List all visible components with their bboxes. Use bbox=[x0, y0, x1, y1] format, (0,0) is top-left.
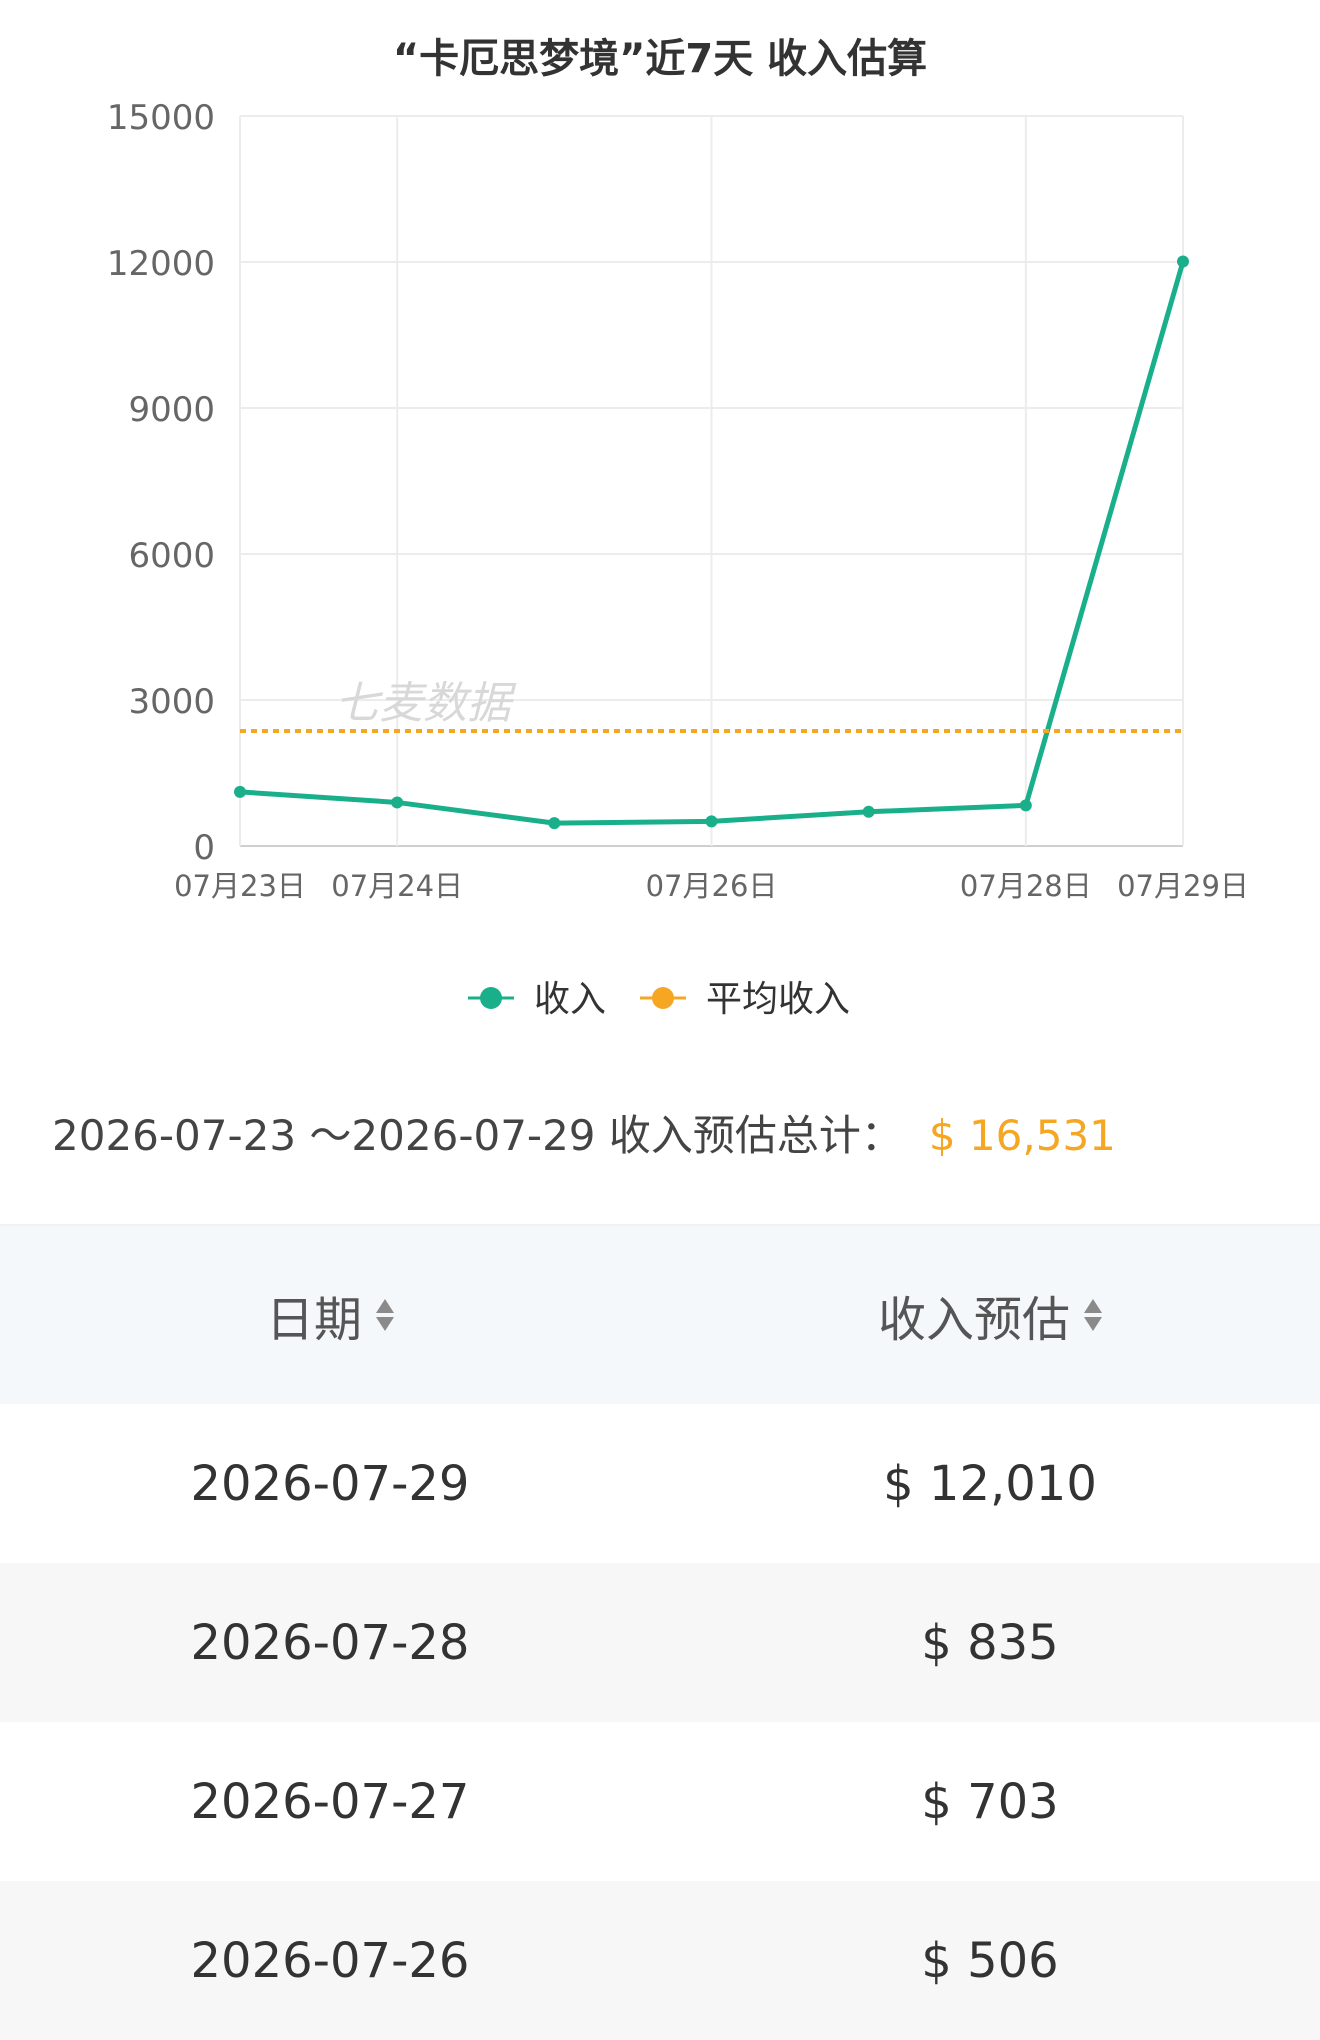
column-header-revenue[interactable]: 收入预估 bbox=[660, 1280, 1320, 1350]
revenue-summary: 2026-07-23 ～2026-07-29 收入预估总计： $ 16,531 bbox=[52, 1102, 1116, 1163]
table-row: 2026-07-28 $ 835 bbox=[0, 1563, 1320, 1722]
x-tick-label: 07月29日 bbox=[1117, 869, 1249, 903]
legend-label: 平均收入 bbox=[706, 979, 850, 1020]
table-header: 日期 收入预估 bbox=[0, 1224, 1320, 1404]
x-tick-label: 07月24日 bbox=[331, 869, 463, 903]
column-header-revenue-label: 收入预估 bbox=[877, 1292, 1070, 1348]
table-body: 2026-07-29 $ 12,010 2026-07-28 $ 835 202… bbox=[0, 1404, 1320, 2040]
cell-date: 2026-07-27 bbox=[190, 1773, 470, 1830]
table-row: 2026-07-29 $ 12,010 bbox=[0, 1404, 1320, 1563]
data-point bbox=[1177, 255, 1189, 268]
chart-legend[interactable]: 收入 平均收入 bbox=[468, 979, 850, 1020]
y-tick-label: 9000 bbox=[128, 390, 215, 430]
cell-revenue: $ 506 bbox=[921, 1932, 1059, 1989]
chart-grid bbox=[239, 115, 1184, 847]
legend-swatch-dot bbox=[480, 987, 502, 1009]
table-row: 2026-07-27 $ 703 bbox=[0, 1722, 1320, 1881]
cell-date: 2026-07-26 bbox=[190, 1932, 470, 1989]
data-point bbox=[862, 805, 875, 818]
cell-date: 2026-07-28 bbox=[190, 1614, 470, 1671]
data-point bbox=[548, 817, 561, 830]
x-axis-ticks: 07月23日 07月24日 07月26日 07月28日 07月29日 bbox=[174, 869, 1249, 903]
y-tick-label: 15000 bbox=[107, 98, 215, 138]
cell-revenue: $ 835 bbox=[921, 1614, 1059, 1671]
y-tick-label: 12000 bbox=[107, 244, 215, 284]
sort-icon[interactable] bbox=[1084, 1299, 1102, 1331]
data-point bbox=[234, 785, 246, 798]
y-axis-ticks: 0 3000 6000 9000 12000 15000 bbox=[107, 98, 215, 868]
data-point bbox=[391, 796, 404, 809]
x-tick-label: 07月28日 bbox=[960, 869, 1092, 903]
sort-icon[interactable] bbox=[376, 1299, 394, 1331]
y-tick-label: 6000 bbox=[128, 536, 215, 576]
legend-label: 收入 bbox=[534, 979, 606, 1020]
x-tick-label: 07月23日 bbox=[174, 869, 306, 903]
summary-label: 2026-07-23 ～2026-07-29 收入预估总计： bbox=[52, 1111, 903, 1160]
summary-amount: $ 16,531 bbox=[928, 1111, 1116, 1160]
cell-date: 2026-07-29 bbox=[190, 1455, 470, 1512]
cell-revenue: $ 703 bbox=[921, 1773, 1059, 1830]
data-point bbox=[705, 815, 718, 828]
y-tick-label: 0 bbox=[193, 828, 215, 868]
cell-revenue: $ 12,010 bbox=[883, 1455, 1097, 1512]
data-point bbox=[1019, 799, 1032, 812]
chart-watermark: 七麦数据 bbox=[335, 678, 517, 729]
table-row: 2026-07-26 $ 506 bbox=[0, 1881, 1320, 2040]
column-header-date-label: 日期 bbox=[265, 1292, 362, 1348]
x-tick-label: 07月26日 bbox=[646, 869, 778, 903]
y-tick-label: 3000 bbox=[128, 682, 215, 722]
revenue-line-chart: “卡厄思梦境”近7天 收入估算 七麦数据 0 3000 6000 9000 12000 1… bbox=[107, 36, 1249, 1020]
chart-title: “卡厄思梦境”近7天 收入估算 bbox=[393, 36, 927, 82]
legend-swatch-dot bbox=[652, 987, 674, 1009]
revenue-table: 日期 收入预估 2026-07-29 $ 12,010 2026-07-28 $… bbox=[0, 1224, 1320, 2040]
column-header-date[interactable]: 日期 bbox=[0, 1280, 660, 1350]
